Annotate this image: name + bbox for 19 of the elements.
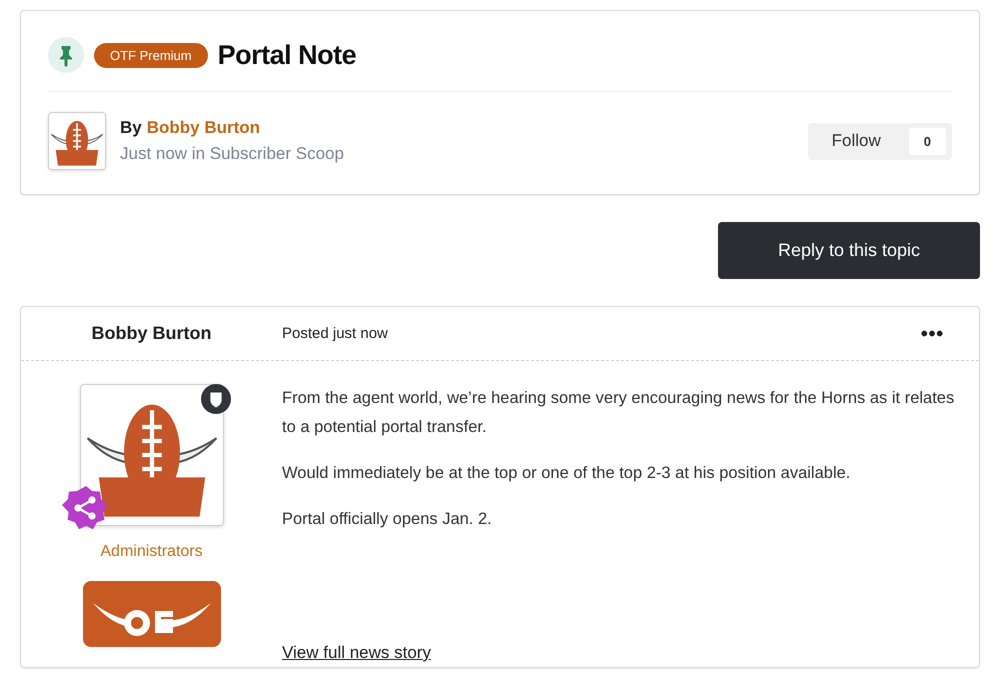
byline-label: By <box>120 118 142 138</box>
post-author-name[interactable]: Bobby Burton <box>21 323 282 344</box>
follow-button[interactable]: Follow 0 <box>808 122 952 160</box>
shield-icon <box>200 384 230 414</box>
post-paragraph: From the agent world, we’re hearing some very encouraging news for the Horns as it relates to a potential portal transfer. <box>282 388 956 438</box>
user-group: Administrators <box>100 543 203 561</box>
author-avatar <box>48 112 106 170</box>
topic-meta: Just now in Subscriber Scoop <box>120 144 345 164</box>
reply-button[interactable]: Reply to this topic <box>718 222 980 279</box>
more-icon <box>921 329 943 338</box>
share-badge-icon <box>62 484 110 532</box>
post-paragraph: Portal officially opens Jan. 2. <box>282 509 493 530</box>
author-link[interactable]: Bobby Burton <box>146 118 260 138</box>
premium-badge: OTF Premium <box>94 42 208 68</box>
news-story-link[interactable]: View full news story <box>282 643 431 663</box>
follow-count: 0 <box>908 128 946 154</box>
topic-title: Portal Note <box>218 40 356 70</box>
post-paragraph: Would immediately be at the top or one of the top 2-3 at his position available. <box>282 463 852 484</box>
post-date: Posted just now <box>282 325 389 342</box>
